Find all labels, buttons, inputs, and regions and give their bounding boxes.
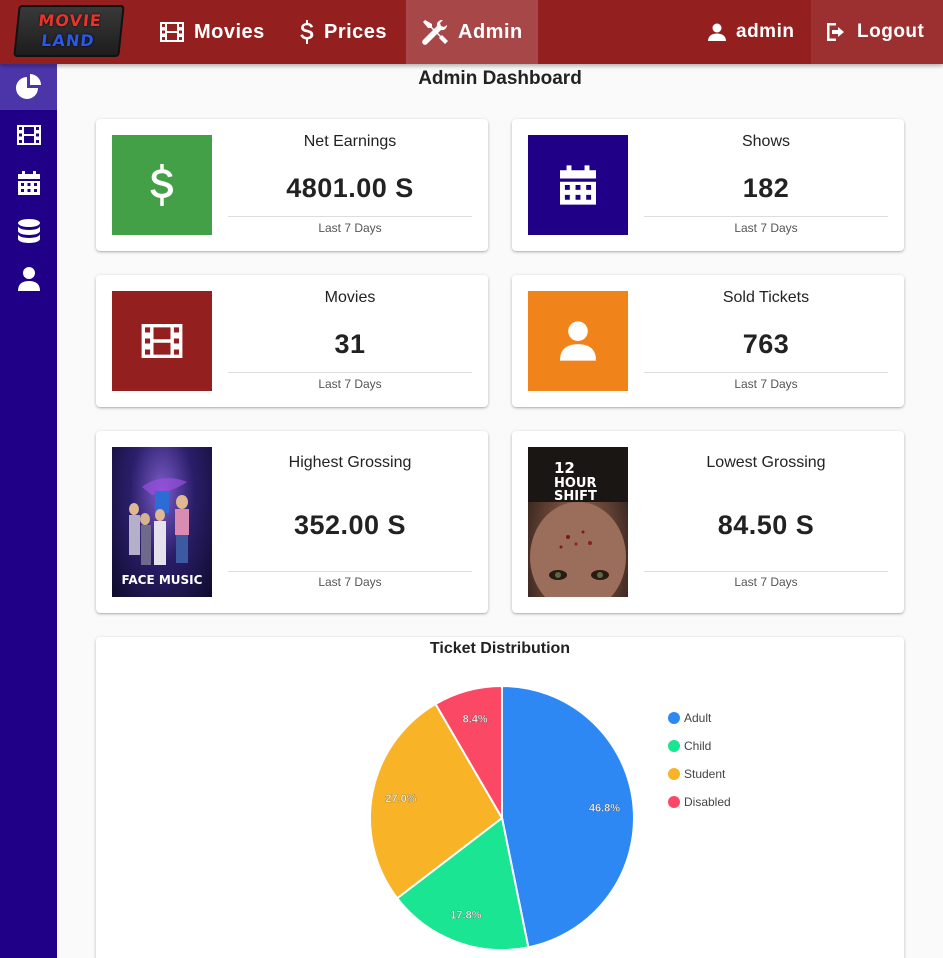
net-earnings-period: Last 7 Days xyxy=(318,221,382,235)
dollar-icon xyxy=(150,164,174,206)
user-icon xyxy=(560,321,596,361)
movies-value: 31 xyxy=(334,329,366,359)
film-icon xyxy=(16,125,41,145)
legend-label: Child xyxy=(684,739,712,753)
legend-item-child[interactable]: Child xyxy=(668,739,711,753)
pie-chart-icon xyxy=(15,74,41,99)
film-icon xyxy=(160,22,184,42)
legend-swatch xyxy=(668,740,680,752)
nav-logout-label: Logout xyxy=(857,21,925,42)
pie-slice-adult[interactable] xyxy=(501,684,635,949)
legend-label: Student xyxy=(684,767,726,781)
sidebar xyxy=(0,64,57,958)
pie-label-adult: 46.8% xyxy=(589,803,620,815)
highest-grossing-title: Highest Grossing xyxy=(288,454,412,471)
nav-user-label: admin xyxy=(736,21,795,42)
shows-card: Shows 182 Last 7 Days xyxy=(512,119,904,251)
poster-figures: FACE MUSIC xyxy=(122,478,203,587)
nav-user-menu[interactable]: admin xyxy=(708,0,794,64)
pie-label-child: 17.8% xyxy=(450,909,481,921)
movies-icon-box xyxy=(112,291,212,391)
user-icon xyxy=(708,23,726,41)
net-earnings-title: Net Earnings xyxy=(303,133,397,150)
legend-swatch xyxy=(668,796,680,808)
poster-title-1: 12 xyxy=(554,459,575,477)
net-earnings-icon-box xyxy=(112,135,212,235)
movieland-logo[interactable]: MOVIE LAND xyxy=(13,5,125,57)
sidebar-item-dashboard[interactable] xyxy=(0,64,57,110)
divider xyxy=(228,372,472,373)
legend-label: Disabled xyxy=(684,795,731,809)
user-icon xyxy=(17,267,40,291)
poster-title-3: SHIFT xyxy=(554,489,597,504)
sold-tickets-period: Last 7 Days xyxy=(734,377,798,391)
tools-icon xyxy=(422,19,448,45)
database-icon xyxy=(17,219,40,243)
legend-item-student[interactable]: Student xyxy=(668,767,725,781)
sold-tickets-value: 763 xyxy=(742,329,790,359)
poster-face: 12 HOUR SHIFT xyxy=(528,447,628,597)
highest-grossing-poster[interactable]: FACE MUSIC xyxy=(112,447,212,597)
movies-title: Movies xyxy=(324,289,376,306)
divider xyxy=(644,571,888,572)
nav-prices-link[interactable]: Prices xyxy=(300,0,387,64)
sidebar-item-users[interactable] xyxy=(0,256,57,302)
lowest-grossing-poster[interactable]: 12 HOUR SHIFT xyxy=(528,447,628,597)
top-navbar: MOVIE LAND Movies Prices Admin admin Log… xyxy=(0,0,943,64)
sidebar-item-movies[interactable] xyxy=(0,112,57,158)
lowest-grossing-card: 12 HOUR SHIFT Lowest Grossing 84.50 S La… xyxy=(512,431,904,613)
pie-label-disabled: 8.4% xyxy=(463,714,488,726)
legend-item-adult[interactable]: Adult xyxy=(668,711,711,725)
shows-period: Last 7 Days xyxy=(734,221,798,235)
highest-grossing-card: FACE MUSIC Highest Grossing 352.00 S Las… xyxy=(96,431,488,613)
shows-title: Shows xyxy=(741,133,791,150)
net-earnings-card: Net Earnings 4801.00 S Last 7 Days xyxy=(96,119,488,251)
legend-swatch xyxy=(668,712,680,724)
divider xyxy=(228,216,472,217)
sold-tickets-card: Sold Tickets 763 Last 7 Days xyxy=(512,275,904,407)
legend-swatch xyxy=(668,768,680,780)
lowest-grossing-period: Last 7 Days xyxy=(734,575,798,589)
nav-prices-label: Prices xyxy=(324,20,388,43)
movies-card: Movies 31 Last 7 Days xyxy=(96,275,488,407)
logout-icon xyxy=(827,23,844,41)
film-icon xyxy=(141,324,183,358)
lowest-grossing-title: Lowest Grossing xyxy=(706,454,826,471)
highest-grossing-value: 352.00 S xyxy=(293,510,407,540)
legend-label: Adult xyxy=(684,711,712,725)
nav-admin-label: Admin xyxy=(458,20,523,43)
lowest-grossing-value: 84.50 S xyxy=(717,510,815,540)
divider xyxy=(644,372,888,373)
sidebar-item-database[interactable] xyxy=(0,208,57,254)
pie-label-student: 27.0% xyxy=(385,793,416,805)
ticket-distribution-card: Ticket Distribution 46.8% 17.8% 27.0% 8.4% … xyxy=(96,637,904,958)
page-title: Admin Dashboard xyxy=(418,68,582,89)
nav-movies-label: Movies xyxy=(194,20,265,43)
divider xyxy=(228,571,472,572)
sold-tickets-icon-box xyxy=(528,291,628,391)
divider xyxy=(644,216,888,217)
dollar-icon xyxy=(300,20,314,44)
calendar-icon xyxy=(17,171,40,195)
shows-icon-box xyxy=(528,135,628,235)
nav-movies-link[interactable]: Movies xyxy=(160,0,265,64)
calendar-icon xyxy=(560,165,596,205)
ticket-pie-chart: 46.8% 17.8% 27.0% 8.4% xyxy=(369,684,635,951)
net-earnings-value: 4801.00 S xyxy=(286,173,414,203)
logo-text-bottom: LAND xyxy=(40,31,96,50)
sidebar-item-shows[interactable] xyxy=(0,160,57,206)
shows-value: 182 xyxy=(742,173,790,203)
logo-text-top: MOVIE xyxy=(37,11,103,30)
poster-title: FACE MUSIC xyxy=(122,573,203,587)
sold-tickets-title: Sold Tickets xyxy=(722,289,810,306)
nav-logout-button[interactable]: Logout xyxy=(811,0,943,64)
legend-item-disabled[interactable]: Disabled xyxy=(668,795,731,809)
movies-period: Last 7 Days xyxy=(318,377,382,391)
nav-admin-link[interactable]: Admin xyxy=(406,0,538,64)
highest-grossing-period: Last 7 Days xyxy=(318,575,382,589)
